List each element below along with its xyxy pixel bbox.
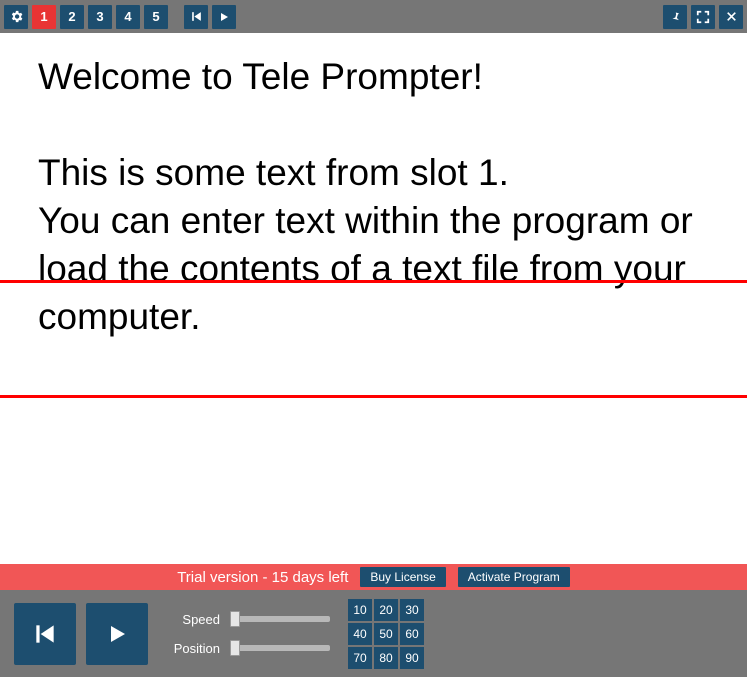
slot-label: 1 bbox=[40, 9, 47, 24]
position-slider-thumb[interactable] bbox=[230, 640, 240, 656]
prompter-viewport: Welcome to Tele Prompter! This is some t… bbox=[0, 33, 747, 564]
preset-button-40[interactable]: 40 bbox=[348, 623, 372, 645]
preset-button-60[interactable]: 60 bbox=[400, 623, 424, 645]
preset-button-90[interactable]: 90 bbox=[400, 647, 424, 669]
control-bar: Speed Position 10 20 30 40 50 60 70 80 9… bbox=[0, 590, 747, 677]
trial-message: Trial version - 15 days left bbox=[177, 569, 348, 586]
slot-label: 3 bbox=[96, 9, 103, 24]
script-text: Welcome to Tele Prompter! This is some t… bbox=[38, 53, 707, 342]
activate-program-button[interactable]: Activate Program bbox=[458, 567, 570, 587]
play-button-small[interactable] bbox=[212, 5, 236, 29]
preset-button-20[interactable]: 20 bbox=[374, 599, 398, 621]
slider-group: Speed Position bbox=[170, 612, 330, 656]
skip-back-icon bbox=[190, 10, 203, 23]
rewind-button-large[interactable] bbox=[14, 603, 76, 665]
preset-button-50[interactable]: 50 bbox=[374, 623, 398, 645]
buy-license-button[interactable]: Buy License bbox=[360, 567, 445, 587]
position-label: Position bbox=[170, 641, 220, 656]
close-button[interactable] bbox=[719, 5, 743, 29]
pin-button[interactable] bbox=[663, 5, 687, 29]
play-icon bbox=[218, 11, 230, 23]
preset-button-30[interactable]: 30 bbox=[400, 599, 424, 621]
slot-button-4[interactable]: 4 bbox=[116, 5, 140, 29]
gear-icon bbox=[9, 9, 24, 24]
settings-button[interactable] bbox=[4, 5, 28, 29]
slot-button-2[interactable]: 2 bbox=[60, 5, 84, 29]
play-icon bbox=[105, 622, 129, 646]
position-slider[interactable] bbox=[230, 645, 330, 651]
rewind-button[interactable] bbox=[184, 5, 208, 29]
slot-button-5[interactable]: 5 bbox=[144, 5, 168, 29]
slot-label: 2 bbox=[68, 9, 75, 24]
trial-bar: Trial version - 15 days left Buy License… bbox=[0, 564, 747, 590]
preset-button-80[interactable]: 80 bbox=[374, 647, 398, 669]
preset-button-70[interactable]: 70 bbox=[348, 647, 372, 669]
skip-back-icon bbox=[32, 621, 58, 647]
speed-preset-grid: 10 20 30 40 50 60 70 80 90 bbox=[348, 599, 424, 669]
read-line-bottom bbox=[0, 395, 747, 398]
slot-button-1[interactable]: 1 bbox=[32, 5, 56, 29]
preset-button-10[interactable]: 10 bbox=[348, 599, 372, 621]
pin-icon bbox=[668, 10, 682, 24]
speed-label: Speed bbox=[170, 612, 220, 627]
slot-label: 4 bbox=[124, 9, 131, 24]
slot-label: 5 bbox=[152, 9, 159, 24]
speed-slider[interactable] bbox=[230, 616, 330, 622]
fullscreen-button[interactable] bbox=[691, 5, 715, 29]
top-toolbar: 1 2 3 4 5 bbox=[0, 0, 747, 33]
fullscreen-icon bbox=[696, 10, 710, 24]
slot-button-3[interactable]: 3 bbox=[88, 5, 112, 29]
play-button-large[interactable] bbox=[86, 603, 148, 665]
close-icon bbox=[725, 10, 738, 23]
read-line-top bbox=[0, 280, 747, 283]
speed-slider-thumb[interactable] bbox=[230, 611, 240, 627]
